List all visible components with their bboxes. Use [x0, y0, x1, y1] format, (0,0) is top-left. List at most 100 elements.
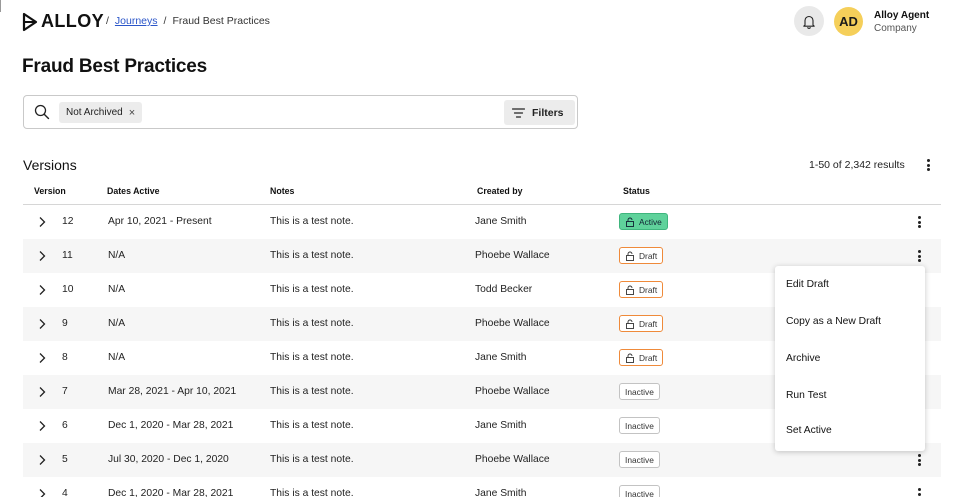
row-notes: This is a test note. [270, 386, 354, 397]
table-row[interactable]: 12 Apr 10, 2021 - Present This is a test… [23, 205, 941, 239]
status-badge: Draft [619, 315, 664, 332]
status-label: Inactive [625, 488, 654, 497]
table-header: Version Dates Active Notes Created by St… [23, 181, 941, 205]
status-label: Inactive [625, 386, 654, 397]
user-org: Company [874, 23, 917, 34]
menu-item-set-active[interactable]: Set Active [786, 425, 832, 436]
column-header-version[interactable]: Version [34, 186, 66, 196]
status-badge: Inactive [619, 451, 660, 468]
avatar[interactable]: AD [834, 7, 863, 36]
status-label: Inactive [625, 420, 654, 431]
row-notes: This is a test note. [270, 454, 354, 465]
lock-icon [626, 285, 634, 295]
filters-button[interactable]: Filters [504, 100, 575, 125]
row-notes: This is a test note. [270, 420, 354, 431]
search-bar[interactable]: Not Archived × Filters [23, 95, 578, 129]
menu-item-edit-draft[interactable]: Edit Draft [786, 279, 829, 290]
status-badge: Inactive [619, 485, 660, 497]
row-version: 11 [62, 250, 73, 261]
menu-item-run-test[interactable]: Run Test [786, 390, 826, 401]
column-header-status[interactable]: Status [623, 186, 650, 196]
search-icon [34, 104, 50, 120]
status-label: Draft [639, 250, 658, 261]
chevron-right-icon[interactable] [38, 284, 46, 296]
row-version: 9 [62, 318, 68, 329]
row-notes: This is a test note. [270, 216, 354, 227]
row-notes: This is a test note. [270, 318, 354, 329]
chevron-right-icon[interactable] [38, 352, 46, 364]
kebab-icon[interactable] [913, 453, 925, 467]
row-created-by: Phoebe Wallace [475, 250, 550, 261]
lock-icon [626, 319, 634, 329]
breadcrumb-link-journeys[interactable]: Journeys [115, 15, 158, 27]
column-header-dates[interactable]: Dates Active [107, 186, 159, 196]
chevron-right-icon[interactable] [38, 420, 46, 432]
breadcrumb-current: Fraud Best Practices [172, 15, 270, 27]
user-info[interactable]: Alloy Agent Company [874, 9, 929, 35]
row-created-by: Phoebe Wallace [475, 454, 550, 465]
menu-item-copy-as-new-draft[interactable]: Copy as a New Draft [786, 316, 881, 327]
row-created-by: Jane Smith [475, 488, 527, 497]
row-notes: This is a test note. [270, 352, 354, 363]
row-version: 7 [62, 386, 68, 397]
filters-label: Filters [532, 106, 564, 119]
status-label: Draft [639, 352, 658, 363]
row-notes: This is a test note. [270, 284, 354, 295]
chevron-right-icon[interactable] [38, 216, 46, 228]
brand-logo[interactable]: ALLOY [22, 11, 104, 32]
row-created-by: Jane Smith [475, 216, 527, 227]
row-created-by: Jane Smith [475, 352, 527, 363]
lock-icon [626, 217, 634, 227]
status-label: Draft [639, 318, 658, 329]
row-dates: Apr 10, 2021 - Present [108, 216, 212, 227]
chevron-right-icon[interactable] [38, 250, 46, 262]
page-title: Fraud Best Practices [22, 56, 208, 77]
row-version: 10 [62, 284, 74, 295]
chevron-right-icon[interactable] [38, 318, 46, 330]
chevron-right-icon[interactable] [38, 454, 46, 466]
kebab-icon[interactable] [913, 249, 925, 263]
menu-item-archive[interactable]: Archive [786, 353, 820, 364]
lock-icon [626, 251, 634, 261]
kebab-icon[interactable] [913, 487, 925, 497]
user-name: Alloy Agent [874, 10, 930, 21]
status-badge: Inactive [619, 417, 660, 434]
status-badge: Active [619, 213, 668, 230]
row-actions-menu: Edit Draft Copy as a New Draft Archive R… [775, 266, 925, 451]
row-dates: Mar 28, 2021 - Apr 10, 2021 [108, 386, 237, 397]
row-dates: Dec 1, 2020 - Mar 28, 2021 [108, 420, 234, 431]
table-row[interactable]: 4 Dec 1, 2020 - Mar 28, 2021 This is a t… [23, 477, 941, 497]
row-created-by: Jane Smith [475, 420, 527, 431]
remove-chip-button[interactable]: × [129, 107, 135, 119]
row-version: 4 [62, 488, 68, 497]
bell-icon [803, 15, 815, 29]
notifications-button[interactable] [794, 6, 824, 36]
filter-chip-label: Not Archived [66, 107, 123, 118]
row-created-by: Phoebe Wallace [475, 386, 550, 397]
row-dates: N/A [108, 318, 126, 329]
status-badge: Draft [619, 281, 664, 298]
row-dates: N/A [108, 250, 126, 261]
top-bar: ALLOY / Journeys / Fraud Best Practices … [0, 0, 962, 44]
row-dates: N/A [108, 284, 126, 295]
status-label: Inactive [625, 454, 654, 465]
breadcrumb: / Journeys / Fraud Best Practices [106, 15, 270, 27]
results-count: 1-50 of 2,342 results [809, 159, 905, 171]
column-header-notes[interactable]: Notes [270, 186, 294, 196]
status-label: Draft [639, 284, 658, 295]
breadcrumb-separator: / [163, 15, 167, 27]
section-title-versions: Versions [23, 157, 77, 173]
status-badge: Inactive [619, 383, 660, 400]
column-header-created-by[interactable]: Created by [477, 186, 522, 196]
status-label: Active [639, 216, 662, 227]
row-dates: N/A [108, 352, 126, 363]
chevron-right-icon[interactable] [38, 386, 46, 398]
lock-icon [626, 353, 634, 363]
row-notes: This is a test note. [270, 250, 354, 261]
chevron-right-icon[interactable] [38, 488, 46, 497]
row-version: 6 [62, 420, 68, 431]
kebab-icon[interactable] [913, 215, 925, 229]
status-badge: Draft [619, 247, 664, 264]
breadcrumb-separator: / [106, 15, 109, 27]
kebab-icon[interactable] [922, 158, 934, 172]
